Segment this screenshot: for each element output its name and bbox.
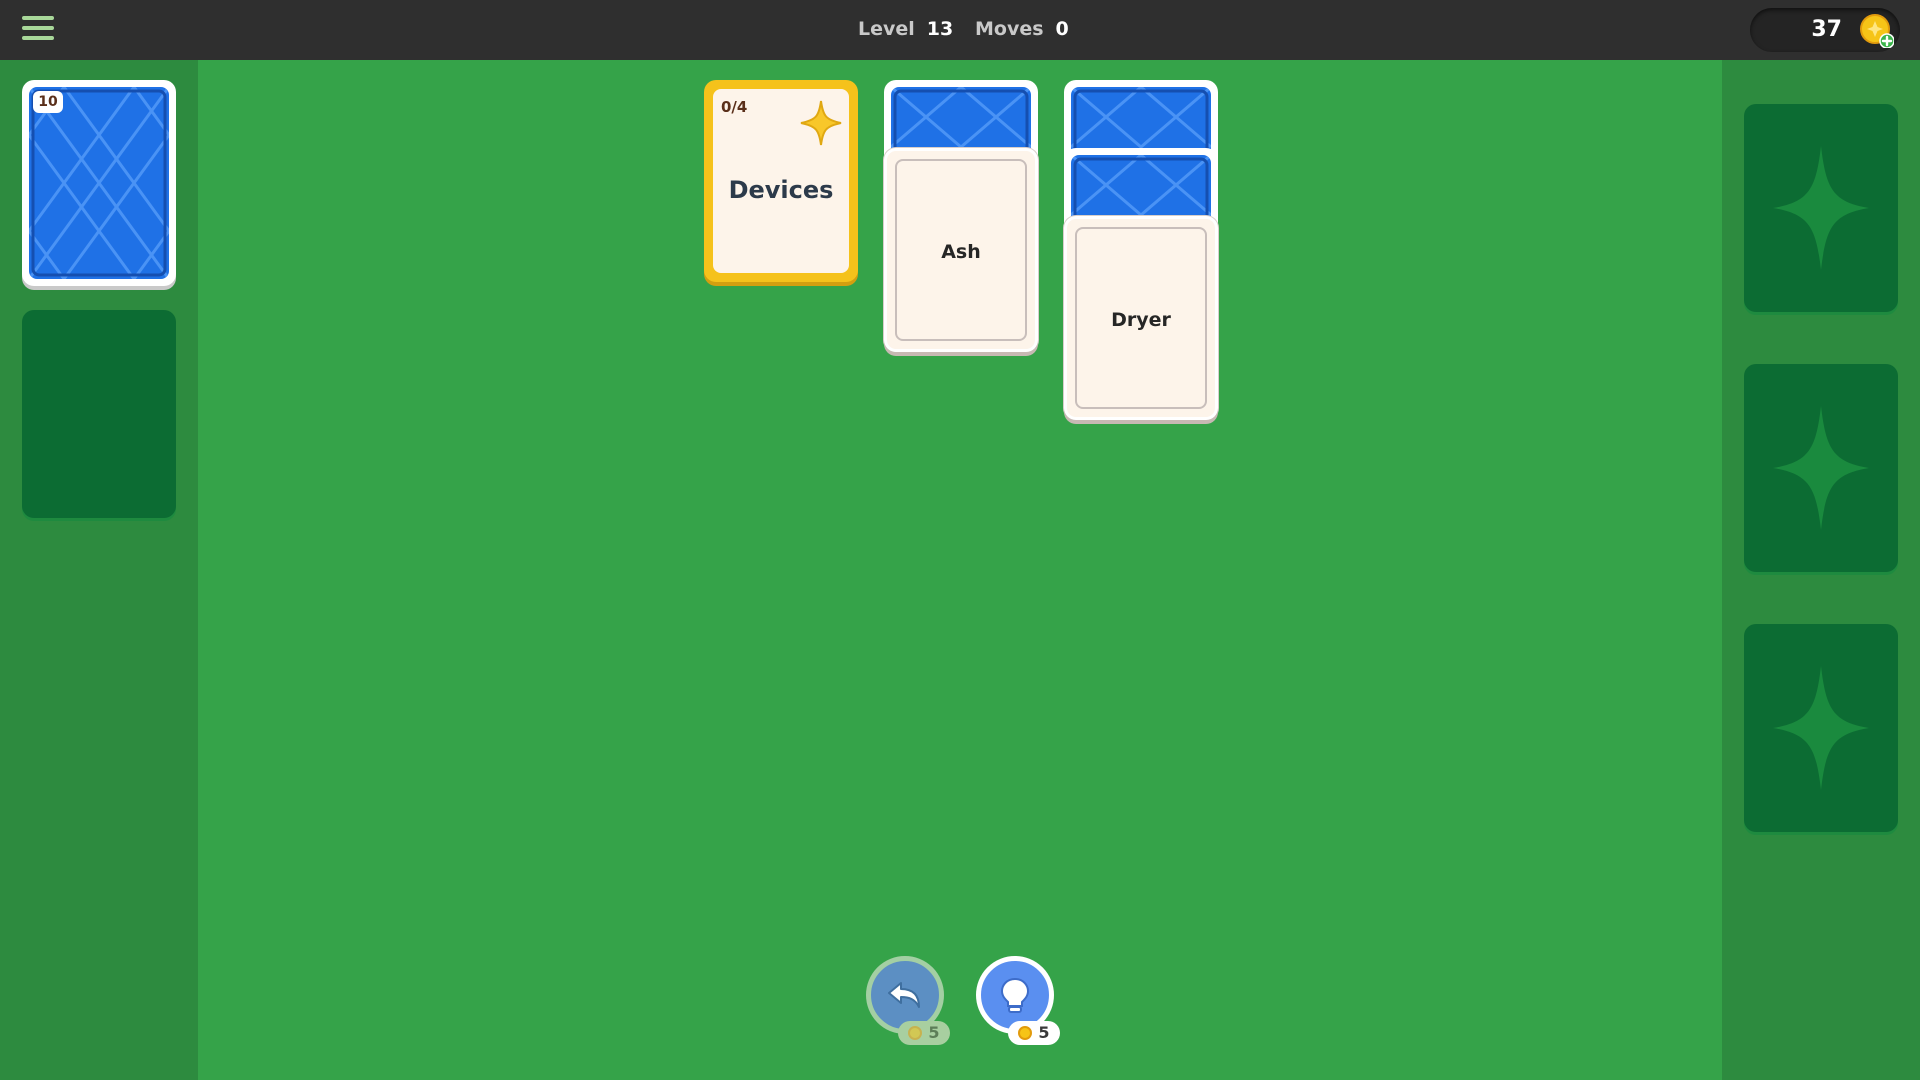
waste-slot[interactable] — [22, 310, 176, 518]
sparkle-star-icon — [1773, 666, 1869, 790]
level-value: 13 — [926, 18, 954, 40]
top-bar: Level 13 Moves 0 37 — [0, 0, 1920, 60]
lightbulb-icon — [1000, 977, 1030, 1013]
diamond-pattern — [29, 87, 169, 279]
moves-indicator: Moves 0 — [975, 18, 1069, 40]
category-progress: 0/4 — [721, 98, 748, 116]
hamburger-menu-icon[interactable] — [22, 16, 54, 42]
level-indicator: Level 13 — [858, 18, 953, 40]
sparkle-star-icon — [1773, 146, 1869, 270]
word-card[interactable]: Dryer — [1064, 216, 1218, 420]
word-card[interactable]: Ash — [884, 148, 1038, 352]
coin-icon — [908, 1026, 923, 1040]
stock-pile[interactable]: 10 — [22, 80, 176, 286]
card-word: Dryer — [1111, 309, 1171, 331]
hint-cost: 5 — [1008, 1021, 1060, 1045]
category-card[interactable]: 0/4 Devices — [704, 80, 858, 282]
level-label: Level — [858, 18, 915, 40]
sparkle-star-icon — [800, 100, 842, 146]
sparkle-star-icon — [1773, 406, 1869, 530]
stock-count-badge: 10 — [33, 91, 63, 113]
card-back: 10 — [29, 87, 169, 279]
undo-cost: 5 — [898, 1021, 950, 1045]
foundation-slot[interactable] — [1744, 624, 1898, 832]
undo-arrow-icon — [888, 982, 920, 1008]
moves-label: Moves — [975, 18, 1044, 40]
card-word: Ash — [941, 241, 981, 263]
hint-cost-value: 5 — [1038, 1023, 1050, 1042]
moves-value: 0 — [1055, 18, 1069, 40]
coin-amount: 37 — [1811, 17, 1842, 42]
foundation-slot[interactable] — [1744, 364, 1898, 572]
category-title: Devices — [728, 176, 834, 204]
coin-plus-icon[interactable] — [1860, 14, 1894, 48]
undo-cost-value: 5 — [928, 1023, 940, 1042]
coin-icon — [1018, 1026, 1033, 1040]
foundation-slot[interactable] — [1744, 104, 1898, 312]
